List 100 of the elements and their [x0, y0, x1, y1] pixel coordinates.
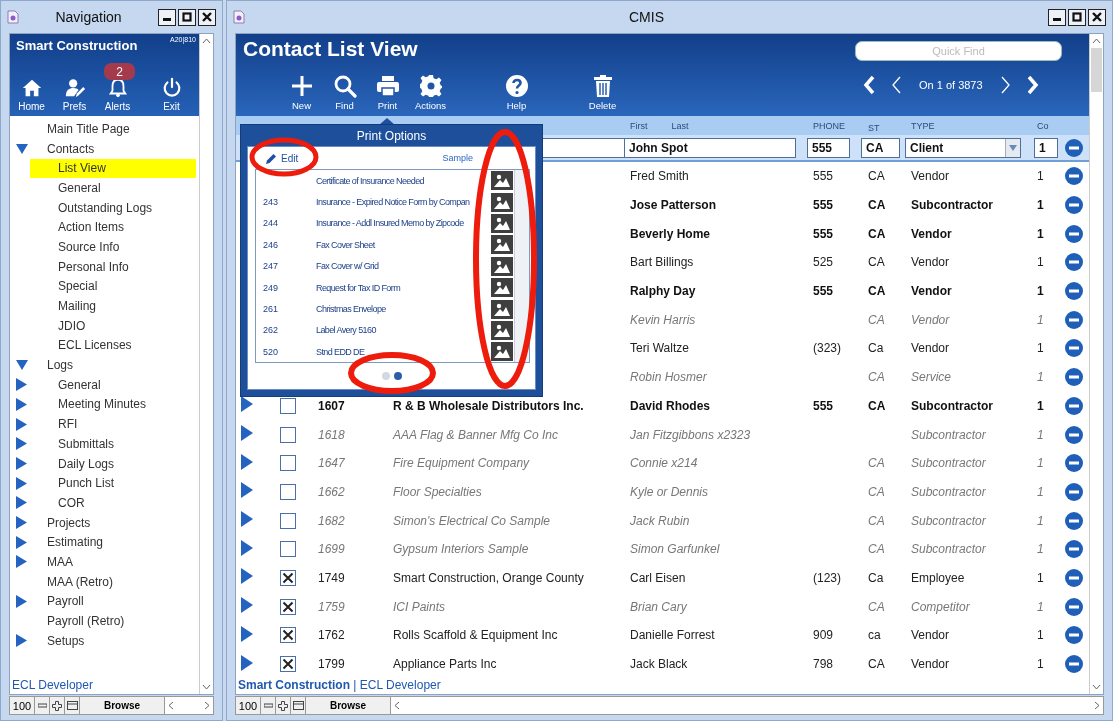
layout-button[interactable]	[65, 697, 80, 714]
maximize-button[interactable]	[178, 8, 196, 26]
expand-arrow-icon[interactable]	[241, 511, 253, 528]
close-button[interactable]	[198, 8, 216, 26]
scroll-left-icon[interactable]	[168, 701, 174, 710]
tree-item[interactable]: General	[30, 178, 196, 198]
remove-icon[interactable]	[1065, 626, 1083, 645]
collapsed-arrow-icon[interactable]	[16, 476, 27, 490]
tree-item[interactable]: Special	[30, 276, 196, 296]
form-name[interactable]: Request for Tax ID Form	[316, 282, 491, 293]
form-name[interactable]: Insurance - Expired Notice Form by Compan	[316, 197, 491, 208]
remove-icon[interactable]	[1065, 196, 1083, 215]
expand-arrow-icon[interactable]	[241, 425, 253, 442]
alerts-button[interactable]: Alerts	[96, 77, 139, 112]
image-icon[interactable]	[491, 256, 513, 276]
remove-icon[interactable]	[1065, 138, 1083, 157]
remove-icon[interactable]	[1065, 282, 1083, 301]
tree-item[interactable]: Estimating	[30, 532, 196, 552]
column-header[interactable]: ST	[868, 122, 880, 133]
minimize-button[interactable]	[158, 8, 176, 26]
delete-button[interactable]: Delete	[581, 74, 624, 111]
collapsed-arrow-icon[interactable]	[16, 634, 27, 648]
tree-item[interactable]: ECL Licenses	[30, 335, 196, 355]
find-button[interactable]: Find	[323, 74, 366, 111]
prefs-button[interactable]: Prefs	[53, 77, 96, 112]
tree-item[interactable]: Action Items	[30, 217, 196, 237]
remove-icon[interactable]	[1065, 511, 1083, 530]
exit-button[interactable]: Exit	[150, 77, 193, 112]
remove-icon[interactable]	[1065, 224, 1083, 243]
dropdown-arrow-icon[interactable]	[1009, 144, 1017, 151]
tree-item[interactable]: MAA (Retro)	[30, 572, 196, 592]
form-name[interactable]: Fax Cover w/ Grid	[316, 261, 491, 272]
column-header[interactable]: Co	[1037, 120, 1061, 131]
expand-arrow-icon[interactable]	[241, 568, 253, 585]
collapsed-arrow-icon[interactable]	[16, 437, 27, 451]
tree-item[interactable]: Payroll	[30, 591, 196, 611]
form-name[interactable]: Christmas Envelope	[316, 304, 491, 315]
remove-icon[interactable]	[1065, 368, 1083, 387]
remove-icon[interactable]	[1065, 540, 1083, 559]
edit-button[interactable]: Edit	[266, 152, 299, 164]
scroll-right-icon[interactable]	[1094, 701, 1100, 710]
collapsed-arrow-icon[interactable]	[16, 457, 27, 471]
checkbox[interactable]	[280, 627, 296, 644]
name-field[interactable]: John Spot	[624, 137, 796, 158]
tree-item[interactable]: List View	[30, 158, 196, 178]
remove-icon[interactable]	[1065, 482, 1083, 501]
tree-item[interactable]: COR	[30, 493, 196, 513]
remove-icon[interactable]	[1065, 167, 1083, 186]
image-icon[interactable]	[491, 320, 513, 340]
scroll-down-icon[interactable]	[1092, 684, 1101, 690]
tree-item[interactable]: Contacts	[30, 139, 196, 159]
type-dropdown[interactable]: Client	[905, 137, 1021, 158]
checkbox[interactable]	[280, 512, 296, 529]
checkbox[interactable]	[280, 426, 296, 443]
scroll-down-icon[interactable]	[202, 684, 211, 690]
image-icon[interactable]	[491, 299, 513, 319]
tree-item[interactable]: Main Title Page	[30, 119, 196, 139]
close-button[interactable]	[1088, 8, 1106, 26]
expand-arrow-icon[interactable]	[241, 625, 253, 642]
quick-find-field[interactable]: Quick Find	[855, 41, 1062, 61]
checkbox[interactable]	[280, 455, 296, 472]
form-name[interactable]: Certificate of Insurance Needed	[316, 175, 491, 186]
maximize-button[interactable]	[1068, 8, 1086, 26]
scroll-up-icon[interactable]	[202, 38, 211, 44]
co-field[interactable]: 1	[1034, 137, 1058, 158]
checkbox[interactable]	[280, 598, 296, 615]
expand-arrow-icon[interactable]	[241, 453, 253, 470]
scroll-right-icon[interactable]	[204, 701, 210, 710]
page-dot[interactable]	[393, 372, 402, 380]
collapsed-arrow-icon[interactable]	[16, 378, 27, 392]
tree-item[interactable]: Projects	[30, 513, 196, 533]
collapsed-arrow-icon[interactable]	[16, 555, 27, 569]
print-button[interactable]: Print	[366, 74, 409, 111]
column-header[interactable]: PHONE	[813, 120, 868, 131]
checkbox[interactable]	[280, 569, 296, 586]
tree-item[interactable]: Payroll (Retro)	[30, 611, 196, 631]
expand-arrow-icon[interactable]	[241, 539, 253, 556]
column-header[interactable]: First	[630, 120, 648, 131]
tree-item[interactable]: Source Info	[30, 237, 196, 257]
phone-field[interactable]: 555	[807, 137, 850, 158]
remove-icon[interactable]	[1065, 396, 1083, 415]
page-dot[interactable]	[381, 372, 390, 380]
image-icon[interactable]	[491, 192, 513, 212]
expanded-arrow-icon[interactable]	[16, 143, 28, 154]
remove-icon[interactable]	[1065, 339, 1083, 358]
help-button[interactable]: Help	[495, 74, 538, 111]
actions-button[interactable]: Actions	[409, 74, 452, 111]
tree-item[interactable]: General	[30, 375, 196, 395]
tree-item[interactable]: Meeting Minutes	[30, 394, 196, 414]
remove-icon[interactable]	[1065, 454, 1083, 473]
checkbox[interactable]	[280, 541, 296, 558]
tree-item[interactable]: Punch List	[30, 473, 196, 493]
tree-item[interactable]: MAA	[30, 552, 196, 572]
collapsed-arrow-icon[interactable]	[16, 594, 27, 608]
checkbox[interactable]	[280, 483, 296, 500]
tree-item[interactable]: Submittals	[30, 434, 196, 454]
scroll-up-icon[interactable]	[1092, 38, 1101, 44]
collapsed-arrow-icon[interactable]	[16, 496, 27, 510]
layout-button[interactable]	[291, 697, 306, 714]
checkbox[interactable]	[280, 397, 296, 414]
